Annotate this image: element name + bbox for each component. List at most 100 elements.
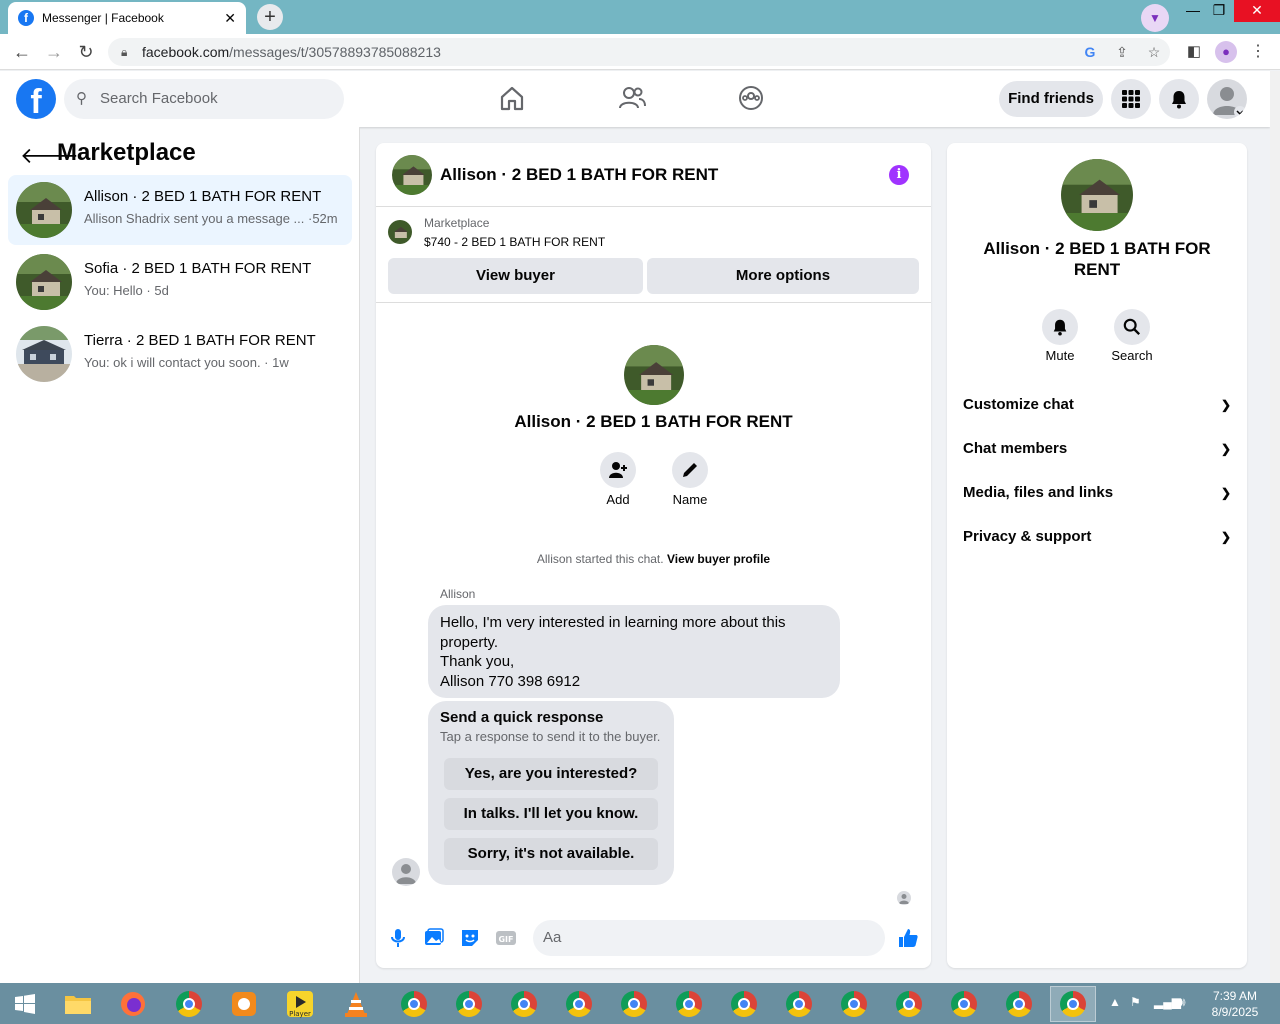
account-avatar[interactable] — [1207, 79, 1247, 119]
url-path: /messages/t/30578893785088213 — [229, 44, 441, 60]
reload-icon[interactable]: ↻ — [74, 40, 98, 64]
home-icon[interactable] — [497, 83, 527, 113]
quick-response-button[interactable]: Yes, are you interested? — [444, 758, 658, 790]
chevron-down-icon: ❯ — [1220, 530, 1231, 544]
side-panel-icon[interactable]: ◧ — [1182, 40, 1206, 64]
conversation-snippet: You: ok i will contact you soon. · 1w — [84, 355, 289, 370]
chrome-window-icon[interactable] — [666, 986, 712, 1022]
volume-icon[interactable]: 🔊︎ — [1178, 995, 1186, 1010]
chrome-window-icon[interactable] — [886, 986, 932, 1022]
bookmark-star-icon[interactable]: ☆ — [1144, 42, 1164, 62]
chrome-window-icon[interactable] — [446, 986, 492, 1022]
more-options-button[interactable]: More options — [647, 258, 919, 294]
info-icon[interactable]: i — [889, 165, 909, 185]
chrome-window-icon[interactable] — [501, 986, 547, 1022]
facebook-search-input[interactable]: ⚲ Search Facebook — [64, 79, 344, 119]
new-tab-button[interactable]: + — [257, 4, 283, 30]
gif-icon[interactable]: GIF — [495, 927, 517, 949]
share-icon[interactable]: ⇪ — [1112, 42, 1132, 62]
google-icon[interactable]: G — [1080, 42, 1100, 62]
chrome-window-icon[interactable] — [831, 986, 877, 1022]
find-friends-button[interactable]: Find friends — [999, 81, 1103, 117]
chat-avatar[interactable] — [392, 155, 432, 195]
photo-gallery-icon[interactable] — [423, 927, 445, 949]
search-placeholder: Search Facebook — [100, 90, 218, 107]
chrome-window-icon[interactable] — [391, 986, 437, 1022]
customize-chat-row[interactable]: Customize chat ❯ — [963, 383, 1231, 427]
intro-title: Allison · 2 BED 1 BATH FOR RENT — [514, 412, 793, 431]
listing-thumbnail — [16, 182, 72, 238]
conversation-item-sofia[interactable]: Sofia · 2 BED 1 BATH FOR RENT You: Hello… — [8, 247, 352, 317]
message-line: property. — [440, 633, 499, 651]
message-input[interactable]: Aa — [533, 920, 1035, 956]
privacy-support-row[interactable]: Privacy & support ❯ — [963, 515, 1231, 559]
message-line: Hello, I'm very interested in learning m… — [440, 614, 786, 631]
tab-search-icon[interactable]: ▼ — [1141, 4, 1169, 32]
edit-name-pencil-icon[interactable] — [672, 452, 708, 488]
chrome-window-icon[interactable] — [611, 986, 657, 1022]
marketplace-listing-banner: Marketplace $740 - 2 BED 1 BATH FOR RENT… — [376, 207, 931, 303]
browser-profile-icon[interactable]: ● — [1215, 41, 1237, 63]
friends-icon[interactable] — [617, 83, 647, 113]
restore-icon[interactable]: ❐ — [1202, 0, 1236, 22]
chat-title[interactable]: Allison · 2 BED 1 BATH FOR RENT — [440, 165, 718, 185]
mute-bell-icon[interactable] — [1042, 309, 1078, 345]
sticker-icon[interactable] — [459, 927, 481, 949]
player-label: Player — [289, 1010, 311, 1018]
sender-name: Allison — [440, 587, 476, 601]
back-arrow-icon[interactable]: ← — [10, 40, 34, 64]
search-icon[interactable] — [1114, 309, 1150, 345]
microphone-icon[interactable] — [387, 927, 409, 949]
chrome-window-icon-active[interactable] — [1050, 986, 1096, 1022]
uc-browser-icon[interactable] — [221, 986, 267, 1022]
chrome-icon[interactable] — [166, 986, 212, 1022]
forward-arrow-icon[interactable]: → — [42, 40, 66, 64]
chrome-window-icon[interactable] — [721, 986, 767, 1022]
chrome-window-icon[interactable] — [996, 986, 1042, 1022]
svg-text:GIF: GIF — [498, 935, 513, 944]
action-center-flag-icon[interactable]: ⚑ — [1130, 995, 1141, 1009]
details-title: Allison · 2 BED 1 BATH FOR RENT — [983, 239, 1211, 279]
browser-tab[interactable]: f Messenger | Facebook ✕ — [8, 2, 246, 34]
window-close-icon[interactable]: ✕ — [1234, 0, 1280, 22]
tray-overflow-icon[interactable]: ▲ — [1109, 995, 1121, 1009]
section-label: Privacy & support — [963, 528, 1092, 545]
conversation-item-tierra[interactable]: Tierra · 2 BED 1 BATH FOR RENT You: ok i… — [8, 319, 352, 389]
sender-avatar[interactable] — [392, 858, 420, 886]
facebook-logo-icon[interactable]: f — [16, 79, 56, 119]
firefox-icon[interactable] — [110, 986, 156, 1022]
media-player-icon[interactable]: Player — [277, 986, 323, 1022]
network-signal-icon[interactable]: ▂▄▆ — [1154, 995, 1181, 1009]
thumbs-up-icon[interactable] — [897, 927, 919, 949]
address-bar[interactable]: 🔒︎ facebook.com/messages/t/3057889378508… — [108, 38, 1170, 66]
media-files-links-row[interactable]: Media, files and links ❯ — [963, 471, 1231, 515]
notifications-bell-icon[interactable] — [1159, 79, 1199, 119]
lock-icon: 🔒︎ — [121, 45, 128, 59]
windows-start-icon[interactable] — [2, 986, 48, 1022]
view-buyer-button[interactable]: View buyer — [388, 258, 643, 294]
view-buyer-profile-link[interactable]: View buyer profile — [667, 552, 770, 566]
menu-grid-icon[interactable] — [1111, 79, 1151, 119]
quick-response-subtitle: Tap a response to send it to the buyer. — [440, 729, 661, 744]
listing-price-title[interactable]: $740 - 2 BED 1 BATH FOR RENT — [424, 235, 605, 249]
windows-taskbar: Player ▲ ⚑ ▂▄▆ 🔊︎ 7:39 AM 8/9/2025 — [0, 983, 1280, 1024]
chat-header: Allison · 2 BED 1 BATH FOR RENT i — [376, 143, 931, 207]
add-person-icon[interactable] — [600, 452, 636, 488]
chrome-window-icon[interactable] — [556, 986, 602, 1022]
groups-icon[interactable] — [736, 83, 766, 113]
tab-close-icon[interactable]: ✕ — [224, 10, 236, 27]
conversation-item-allison[interactable]: Allison · 2 BED 1 BATH FOR RENT Allison … — [8, 175, 352, 245]
taskbar-clock[interactable]: 7:39 AM 8/9/2025 — [1200, 988, 1270, 1020]
chat-window: Allison · 2 BED 1 BATH FOR RENT i Market… — [376, 143, 1035, 968]
page-scrollbar[interactable] — [1270, 71, 1280, 983]
mute-label: Mute — [1045, 348, 1075, 363]
chat-members-row[interactable]: Chat members ❯ — [963, 427, 1231, 471]
menu-dots-icon[interactable]: ⋮ — [1246, 40, 1270, 64]
chrome-window-icon[interactable] — [941, 986, 987, 1022]
chrome-window-icon[interactable] — [776, 986, 822, 1022]
message-line: Allison 770 398 6912 — [440, 672, 581, 690]
quick-response-button[interactable]: In talks. I'll let you know. — [444, 798, 658, 830]
vlc-icon[interactable] — [333, 986, 379, 1022]
quick-response-button[interactable]: Sorry, it's not available. — [444, 838, 658, 870]
file-explorer-icon[interactable] — [55, 986, 101, 1022]
